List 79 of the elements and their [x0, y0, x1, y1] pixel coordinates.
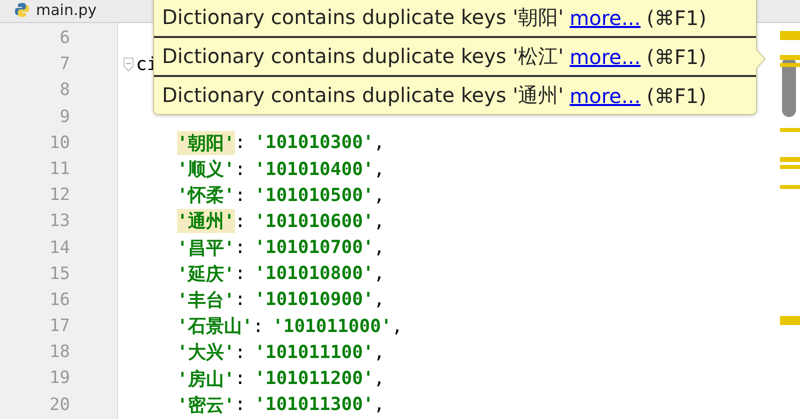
error-stripe-mark[interactable] [780, 128, 800, 132]
file-tab[interactable]: main.py [0, 0, 107, 22]
colon: : [234, 184, 246, 206]
dict-value: '101010900' [254, 289, 374, 310]
colon: : [234, 263, 246, 284]
comma: , [392, 316, 403, 337]
dict-value: '101011000' [272, 316, 392, 337]
dict-value: '101010600' [254, 210, 374, 232]
line-number: 20 [48, 394, 70, 417]
comma: , [374, 342, 385, 363]
comma: , [374, 263, 385, 284]
error-stripe-mark[interactable] [780, 63, 800, 67]
dict-value: '101011100' [254, 342, 374, 363]
dict-value: '101011300' [254, 394, 374, 416]
warning-message: Dictionary contains duplicate keys '通州' [162, 82, 564, 109]
dict-value: '101010800' [254, 263, 374, 284]
colon: : [234, 158, 246, 180]
dict-value: '101010700' [254, 237, 374, 258]
line-number: 17 [48, 315, 70, 338]
colon: : [234, 237, 246, 258]
shortcut-hint: (⌘F1) [646, 84, 706, 108]
dict-key: '大兴' [177, 340, 235, 364]
colon: : [234, 368, 246, 390]
dict-key: '顺义' [177, 157, 235, 182]
dict-value: '101010400' [254, 158, 374, 180]
colon: : [234, 289, 246, 310]
error-stripe-mark[interactable] [780, 31, 800, 40]
error-stripe-mark[interactable] [780, 165, 800, 169]
dict-key: '朝阳' [177, 130, 235, 155]
line-number: 16 [48, 288, 70, 312]
comma: , [374, 368, 385, 390]
line-number: 19 [48, 367, 70, 390]
line-number: 8 [58, 79, 70, 102]
line-number: 7 [58, 53, 70, 76]
dict-key: '延庆' [177, 262, 235, 286]
dict-key: '石景山' [177, 314, 253, 338]
error-stripe-mark[interactable] [780, 157, 800, 162]
python-logo-icon [14, 2, 30, 18]
colon: : [252, 316, 264, 337]
comma: , [374, 394, 385, 416]
line-number: 9 [58, 106, 70, 129]
dict-value: '101011200' [254, 368, 374, 390]
error-stripe-mark[interactable] [780, 185, 800, 189]
colon: : [234, 132, 246, 154]
shortcut-hint: (⌘F1) [646, 6, 706, 30]
comma: , [374, 237, 385, 258]
line-number: 11 [48, 158, 70, 181]
more-link[interactable]: more... [570, 44, 641, 68]
line-number: 13 [48, 210, 70, 234]
line-number: 10 [48, 132, 70, 155]
dict-value: '101010300' [254, 132, 374, 154]
dict-key: '怀柔' [177, 183, 235, 208]
more-link[interactable]: more... [570, 6, 641, 30]
colon: : [234, 210, 246, 232]
warning-message: Dictionary contains duplicate keys '松江' [162, 43, 564, 70]
dict-key: '密云' [177, 392, 235, 417]
colon: : [234, 394, 246, 416]
dict-key: '丰台' [177, 288, 235, 312]
line-number: 14 [48, 236, 70, 260]
line-number: 18 [48, 341, 70, 364]
comma: , [374, 132, 385, 154]
dict-value: '101010500' [254, 184, 374, 206]
comma: , [374, 184, 385, 206]
comma: , [374, 210, 385, 232]
dict-key: '通州' [177, 209, 235, 234]
line-number: 15 [48, 262, 70, 286]
error-stripe-mark[interactable] [780, 316, 800, 325]
line-number: 6 [58, 27, 70, 50]
shortcut-hint: (⌘F1) [646, 44, 706, 68]
dict-key: '房山' [177, 366, 235, 391]
colon: : [234, 342, 246, 363]
line-number: 12 [48, 184, 70, 208]
fold-icon[interactable] [123, 56, 134, 72]
comma: , [374, 158, 385, 180]
comma: , [374, 289, 385, 310]
warning-message: Dictionary contains duplicate keys '朝阳' [162, 4, 564, 31]
dict-key: '昌平' [177, 236, 235, 260]
more-link[interactable]: more... [570, 84, 641, 108]
error-stripe-mark[interactable] [780, 55, 800, 60]
